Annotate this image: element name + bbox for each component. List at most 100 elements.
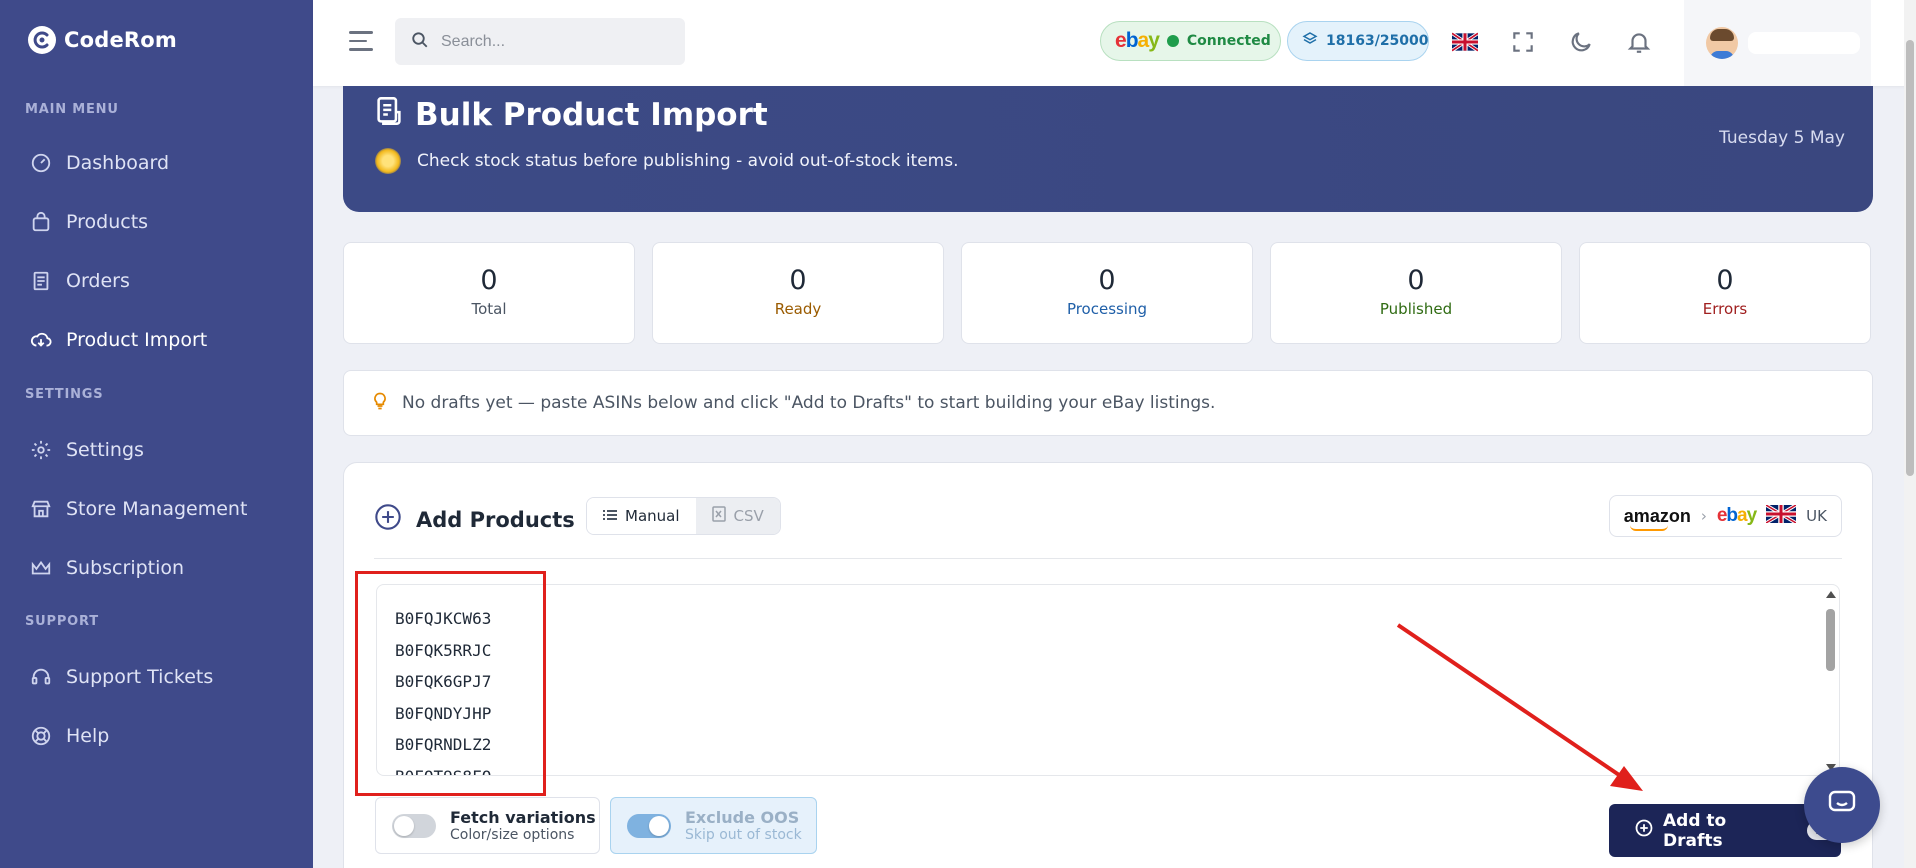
stat-label: Errors [1702,300,1748,318]
uk-flag-icon[interactable] [1451,28,1479,56]
dark-mode-icon[interactable] [1567,28,1595,56]
ebay-logo-icon: ebay [1716,505,1757,526]
stat-value: 0 [789,265,807,296]
plus-circle-icon [1635,819,1653,842]
scroll-up-icon[interactable] [1826,591,1836,598]
chevron-right-icon: › [1700,507,1707,525]
layers-icon [1302,31,1318,51]
stat-label: Total [471,300,507,318]
store-icon [30,498,52,520]
sidebar-item-settings[interactable]: Settings [30,439,144,461]
sidebar-item-label: Settings [66,439,144,461]
empty-drafts-notice: No drafts yet — paste ASINs below and cl… [343,370,1873,436]
page-banner: Bulk Product Import Check stock status b… [343,86,1873,212]
sidebar-item-products[interactable]: Products [30,211,148,233]
mode-manual-button[interactable]: Manual [587,498,696,534]
banner-date: Tuesday 5 May [1719,128,1845,148]
exclude-oos-toggle[interactable]: Exclude OOS Skip out of stock [610,797,817,854]
stat-value: 0 [480,265,498,296]
excel-file-icon [711,506,726,526]
notification-bell-icon[interactable] [1625,28,1653,56]
section-support: SUPPORT [25,614,99,629]
route-marketplace: UK [1806,507,1827,525]
search-icon [411,31,429,53]
input-mode-toggle: Manual CSV [586,497,781,535]
ebay-logo-icon: ebay [1115,29,1160,52]
stat-card-errors: 0 Errors [1579,242,1871,344]
sidebar-item-dashboard[interactable]: Dashboard [30,152,169,174]
headset-icon [30,666,52,688]
sidebar-item-label: Help [66,725,110,747]
toggle-subtitle: Color/size options [450,827,575,843]
asin-textarea[interactable]: B0FQJKCW63 B0FQK5RRJC B0FQK6GPJ7 B0FQNDY… [376,584,1840,776]
textarea-scrollbar[interactable] [1821,585,1839,775]
sidebar-item-store-management[interactable]: Store Management [30,498,247,520]
fetch-variations-toggle[interactable]: Fetch variations Color/size options [375,797,600,854]
toggle-switch[interactable] [392,813,436,838]
document-icon [375,96,403,134]
scroll-thumb[interactable] [1906,40,1914,476]
stat-card-processing: 0 Processing [961,242,1253,344]
sidebar-item-label: Orders [66,270,130,292]
stat-value: 0 [1716,265,1734,296]
mode-csv-button[interactable]: CSV [695,498,780,534]
quota-value: 18163/25000 [1326,33,1429,49]
amazon-logo-icon: amazon [1623,505,1691,531]
user-profile[interactable] [1684,0,1871,86]
plus-circle-icon [374,503,402,536]
lightbulb-icon [370,390,390,417]
stat-label: Ready [774,300,822,318]
stat-card-published: 0 Published [1270,242,1562,344]
scroll-thumb[interactable] [1826,609,1835,671]
toggle-title: Fetch variations [450,808,596,827]
sidebar-item-label: Store Management [66,498,248,520]
stat-value: 0 [1407,265,1425,296]
ebay-connection-badge[interactable]: ebay Connected [1100,21,1281,61]
page-title: Bulk Product Import [375,96,768,134]
stat-value: 0 [1098,265,1116,296]
hamburger-menu-icon[interactable] [349,31,373,53]
sidebar-item-subscription[interactable]: Subscription [30,557,184,579]
toggle-switch[interactable] [627,813,671,838]
add-products-title: Add Products [374,503,575,536]
gear-icon [30,439,52,461]
brand[interactable]: CodeRom [28,26,177,54]
sidebar-item-label: Products [66,211,149,233]
search-input[interactable] [441,32,661,51]
quota-badge[interactable]: 18163/25000 [1287,21,1429,61]
topbar: ebay Connected 18163/25000 [313,0,1916,86]
sidebar-item-label: Support Tickets [66,666,214,688]
sidebar-item-orders[interactable]: Orders [30,270,130,292]
banner-tip: Check stock status before publishing - a… [375,148,959,174]
toggle-subtitle: Skip out of stock [685,827,802,843]
redacted-username [1748,32,1860,54]
section-settings: SETTINGS [25,387,104,402]
gauge-icon [30,152,52,174]
marketplace-route: amazon › ebay UK [1608,495,1842,537]
stat-label: Processing [1066,300,1148,318]
sidebar-item-label: Subscription [66,557,185,579]
stat-label: Published [1379,300,1453,318]
crown-icon [30,557,52,579]
status-dot-icon [1166,35,1179,47]
section-main-menu: MAIN MENU [25,102,119,117]
sidebar-item-product-import[interactable]: Product Import [30,329,207,351]
sidebar-item-help[interactable]: Help [30,725,109,747]
uk-flag-icon [1765,503,1798,527]
receipt-icon [30,270,52,292]
fullscreen-icon[interactable] [1509,28,1537,56]
shopping-bag-icon [30,211,52,233]
search-box[interactable] [395,18,685,65]
sidebar-item-label: Product Import [66,329,208,351]
stat-card-ready: 0 Ready [652,242,944,344]
page-scrollbar[interactable] [1904,0,1916,868]
chat-button[interactable] [1804,767,1880,843]
toggle-title: Exclude OOS [685,808,800,827]
sidebar: CodeRom MAIN MENU Dashboard Products Ord… [0,0,313,868]
list-icon [603,507,617,525]
sidebar-item-support-tickets[interactable]: Support Tickets [30,666,213,688]
lightbulb-icon [375,148,401,174]
stat-card-total: 0 Total [343,242,635,344]
divider [374,558,1842,559]
avatar [1706,27,1738,59]
